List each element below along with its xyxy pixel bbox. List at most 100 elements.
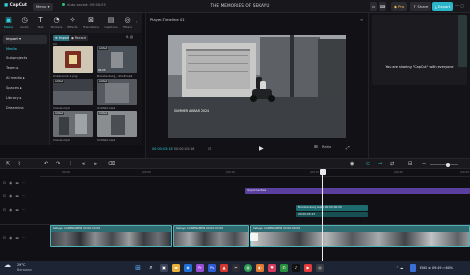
share-message: You are sharing "CapCut" with everyone xyxy=(385,65,454,69)
undo-icon[interactable]: ↶ xyxy=(44,161,48,167)
record-button[interactable]: ◉ Record xyxy=(69,35,88,41)
magnet-icon[interactable]: ⊂ xyxy=(366,161,370,167)
share-button[interactable]: ⇪ Share xyxy=(410,2,432,11)
pro-button[interactable]: ◆ Pro xyxy=(391,2,408,11)
timeline-clip[interactable]: 00:00:05:23 xyxy=(296,212,368,217)
crop-icon[interactable]: ⊞ xyxy=(314,145,318,150)
track-header[interactable]: ⊡ ◉ ▬ ⋯ xyxy=(3,236,27,240)
video-clip[interactable]: Sekayu CAMERAMEN 00:00:06:00 xyxy=(250,225,470,247)
delete-left-icon[interactable]: ⫷ xyxy=(82,161,85,167)
menu-button[interactable]: Menu ▾ xyxy=(33,2,53,11)
split-icon[interactable]: ⫶ xyxy=(70,161,71,167)
sticker-icon: ◔ xyxy=(53,16,60,24)
audio-icon: ◷ xyxy=(21,16,28,24)
video-clip[interactable]: Sekayu CAMERAMEN 00:00:03:00 xyxy=(173,225,249,247)
sidebar-item-import[interactable]: Import ▾ xyxy=(3,35,47,44)
sidebar-item-library[interactable]: Library ▸ xyxy=(3,94,47,103)
delete-icon[interactable]: ⌫ xyxy=(108,161,115,167)
export-button[interactable]: ⤓ Export xyxy=(432,2,454,11)
media-thumb-name: Brandenburg_..Shelf.mp4 xyxy=(97,74,133,78)
tray-highlight-icon[interactable] xyxy=(410,264,416,272)
media-thumb[interactable]: Added xyxy=(97,111,137,137)
video-clip[interactable]: Sekayu CAMERAMEN 00:00:04:00 xyxy=(50,225,172,247)
video-preview[interactable]: SUMMER AKBAR 2024 xyxy=(168,35,346,138)
tab-captions[interactable]: ▤ Captions xyxy=(103,16,119,29)
whatsapp-icon[interactable]: ✆ xyxy=(280,264,288,272)
media-toolbar: ▣ Media ◷ Audio T Text ◔ Stickers ✧ Effects ⊠… xyxy=(0,13,142,33)
timeline-playhead[interactable] xyxy=(319,169,326,261)
media-thumb[interactable]: Added xyxy=(97,79,137,105)
transition-marker[interactable] xyxy=(250,233,258,241)
preview-axis-icon[interactable]: ⇄ xyxy=(390,161,394,167)
timeline-clip[interactable]: Brandenburg Gate 00:00:00:00 xyxy=(296,205,368,211)
select-tool-icon[interactable]: ⇱ xyxy=(6,161,10,167)
layout-icon[interactable]: ▭ xyxy=(370,2,377,11)
media-thumb-name: Untitled.mp4 xyxy=(97,106,116,110)
mic-icon[interactable]: ◉ xyxy=(350,161,354,167)
window-controls[interactable]: — ▢ xyxy=(455,3,464,8)
zoom-out-icon[interactable]: − xyxy=(422,161,426,167)
tab-text[interactable]: T Text xyxy=(34,16,47,29)
sidebar-item-ai-media[interactable]: AI media ▸ xyxy=(3,74,47,83)
sidebar-item-team[interactable]: Team ▸ xyxy=(3,64,47,73)
timecode-settings-icon[interactable]: ⊡ xyxy=(208,146,211,151)
filter-icon: ◎ xyxy=(124,16,131,24)
view-options-icon[interactable]: ⇅ ▥ xyxy=(126,35,133,39)
app-icon[interactable]: ♥ xyxy=(268,264,276,272)
delete-right-icon[interactable]: ⫸ xyxy=(94,161,97,167)
media-thumb[interactable]: Added xyxy=(53,111,93,137)
media-thumb-name: Clouds.mp4 xyxy=(53,106,70,110)
system-tray[interactable]: ENG ⊚ 09:49 ▭80% xyxy=(420,266,453,270)
premiere-icon[interactable]: Pr xyxy=(196,264,204,272)
fullscreen-icon[interactable]: ⤢ xyxy=(346,145,350,151)
obs-icon[interactable]: ◎ xyxy=(316,264,324,272)
play-button[interactable]: ▶ xyxy=(259,145,264,152)
ratio-button[interactable]: Ratio xyxy=(322,145,331,149)
photoshop-icon[interactable]: Ps xyxy=(208,264,216,272)
tray-icons[interactable]: ⌃ ☁ xyxy=(396,266,403,270)
player-title: Player-Timeline 01 xyxy=(150,17,185,22)
firefox-icon[interactable]: ◐ xyxy=(256,264,264,272)
youtube-icon[interactable]: ▶ xyxy=(304,264,312,272)
chrome-icon[interactable]: ◍ xyxy=(244,264,252,272)
more-tabs-icon[interactable]: › xyxy=(136,19,138,24)
tab-filters[interactable]: ◎ Filters xyxy=(121,16,134,29)
zoom-fit-icon[interactable]: ⊟ xyxy=(408,161,412,167)
shortcut-icon[interactable]: ⌨ xyxy=(379,2,386,11)
search-icon[interactable]: ⌕ xyxy=(147,264,155,272)
track-header[interactable]: ⊡ ◉ ▬ ⋯ xyxy=(3,181,27,185)
timeline-clip[interactable]: Opportunities xyxy=(245,188,470,194)
media-thumb[interactable]: Added 00:05 xyxy=(97,46,137,73)
track-header[interactable]: ⊡ ◉ ▬ ⋯ xyxy=(3,194,27,198)
tab-transitions[interactable]: ⊠ Transitions xyxy=(82,16,100,29)
capcut-icon[interactable]: ✂ xyxy=(232,264,240,272)
store-icon[interactable]: ◈ xyxy=(184,264,192,272)
tiktok-icon[interactable]: ♪ xyxy=(292,264,300,272)
video-subtitle: SUMMER AKBAR 2024 xyxy=(174,109,210,113)
media-thumb-name: Clouds.mp4 xyxy=(53,138,70,142)
zoom-slider[interactable] xyxy=(430,162,458,167)
weather-widget[interactable]: ☁ 29°C Berawan xyxy=(4,262,32,272)
media-thumb[interactable]: Added xyxy=(53,79,93,105)
sidebar-item-media[interactable]: Media xyxy=(3,45,47,54)
tab-media[interactable]: ▣ Media xyxy=(2,16,15,29)
red-app-icon[interactable]: ▲ xyxy=(220,264,228,272)
tab-stickers[interactable]: ◔ Stickers xyxy=(50,16,63,29)
media-thumb[interactable] xyxy=(53,46,93,73)
sidebar-item-dreamina[interactable]: Dreamina xyxy=(3,104,47,113)
link-icon[interactable]: ⊸ xyxy=(378,161,382,167)
split-tool-icon[interactable]: ⌇ xyxy=(18,161,20,167)
tab-audio[interactable]: ◷ Audio xyxy=(18,16,31,29)
redo-icon[interactable]: ↷ xyxy=(56,161,60,167)
player-menu-icon[interactable]: ≡ xyxy=(360,17,363,22)
track-header[interactable]: ⊡ ◉ ▬ ⋯ xyxy=(3,208,27,212)
player-timecode: 00:00:03:18 00:00:43:16 xyxy=(152,147,195,151)
screen-share-overlay: You are sharing "CapCut" with everyone xyxy=(372,15,467,85)
file-explorer-icon[interactable]: ▬ xyxy=(172,264,180,272)
sidebar-item-subprojects[interactable]: Subprojects xyxy=(3,54,47,63)
tab-effects[interactable]: ✧ Effects xyxy=(66,16,79,29)
task-view-icon[interactable]: ▣ xyxy=(160,264,168,272)
app-logo: ■ CapCut xyxy=(4,3,27,8)
windows-start-icon[interactable]: ⊞ xyxy=(134,264,142,272)
sidebar-item-spaces[interactable]: Spaces ▸ xyxy=(3,84,47,93)
